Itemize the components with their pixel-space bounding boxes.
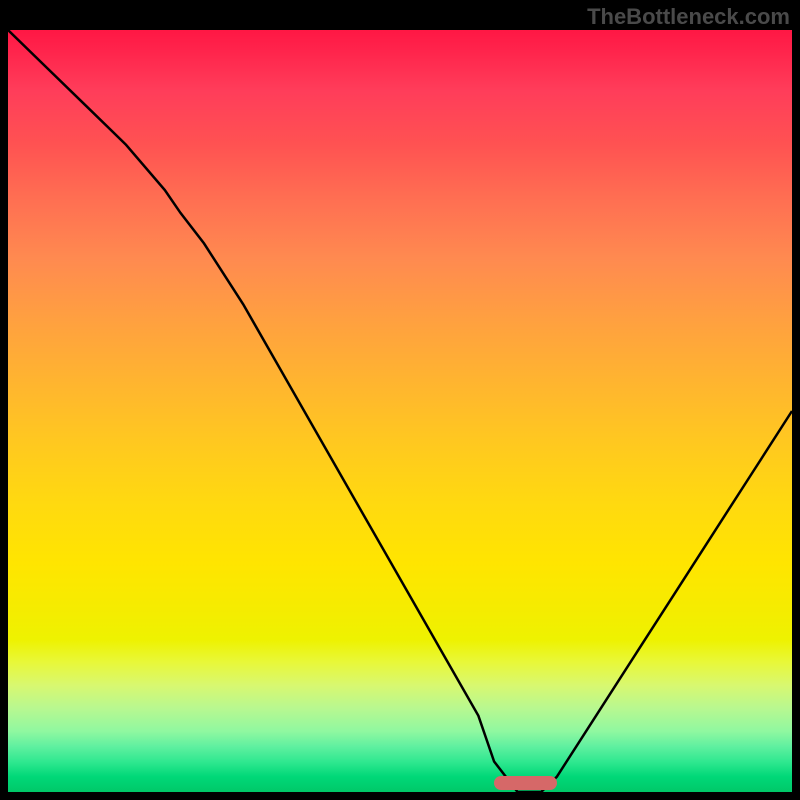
optimal-marker (494, 776, 557, 790)
curve-path (8, 30, 792, 792)
chart-container (8, 30, 792, 792)
watermark-text: TheBottleneck.com (587, 4, 790, 30)
bottleneck-curve (8, 30, 792, 792)
plot-area (8, 30, 792, 792)
